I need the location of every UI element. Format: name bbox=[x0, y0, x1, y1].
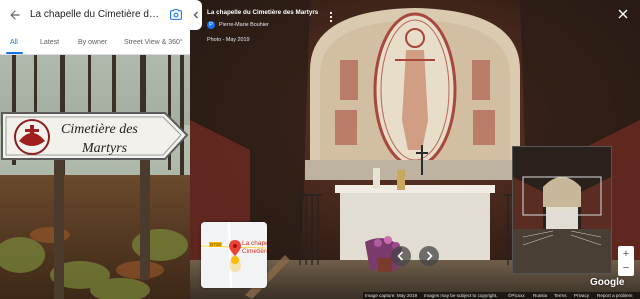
panel-header: La chapelle du Cimetière des Ma... bbox=[0, 0, 190, 32]
copyright-notice: Images may be subject to copyright. bbox=[424, 293, 498, 298]
map-label-line1: La chape bbox=[242, 240, 267, 247]
chevron-left-icon bbox=[193, 11, 199, 19]
map-thumbnail[interactable]: D716 La chape Cimetière bbox=[201, 222, 267, 288]
photo-panel: La chapelle du Cimetière des Ma... All L… bbox=[0, 0, 190, 299]
photo-date: Photo - May 2019 bbox=[207, 37, 250, 43]
region-link[interactable]: Russia bbox=[533, 292, 547, 299]
photo-thumbnail[interactable]: Cimetière des Martyrs bbox=[0, 55, 190, 299]
google-copyright: ©Picxxx bbox=[508, 293, 525, 298]
road-number: D716 bbox=[209, 242, 222, 247]
tab-all[interactable]: All bbox=[10, 39, 18, 46]
sign-text-line2: Martyrs bbox=[81, 141, 128, 156]
next-photo-button[interactable] bbox=[419, 246, 439, 266]
author-name[interactable]: Pierre-Marie Bouhier bbox=[219, 22, 269, 28]
tab-street-view[interactable]: Street View & 360° bbox=[124, 39, 183, 46]
chapel-overview-image bbox=[513, 147, 611, 273]
more-options-icon[interactable] bbox=[329, 11, 333, 23]
mini-preview[interactable] bbox=[512, 146, 612, 274]
zoom-out-button[interactable]: − bbox=[618, 261, 634, 275]
cemetery-sign-photo: Cimetière des Martyrs bbox=[0, 55, 190, 299]
map-place-label: La chape Cimetière bbox=[242, 240, 267, 256]
photo-tabs: All Latest By owner Street View & 360° bbox=[0, 34, 190, 55]
author-avatar[interactable]: P bbox=[207, 21, 215, 29]
add-photo-icon[interactable] bbox=[169, 8, 183, 21]
privacy-link[interactable]: Privacy bbox=[574, 292, 589, 299]
tab-latest[interactable]: Latest bbox=[40, 39, 59, 46]
back-arrow-icon[interactable] bbox=[8, 8, 22, 22]
sign-text-line1: Cimetière des bbox=[61, 122, 138, 137]
capture-date: Image capture: May 2019 bbox=[365, 293, 418, 298]
footer-bar: Image capture: May 2019 Images may be su… bbox=[363, 292, 640, 299]
previous-photo-button[interactable] bbox=[391, 246, 411, 266]
google-logo: Google bbox=[590, 277, 625, 288]
photo-info-card: La chapelle du Cimetière des Martyrs P P… bbox=[202, 4, 333, 44]
zoom-in-button[interactable]: + bbox=[618, 247, 634, 261]
place-title: La chapelle du Cimetière des Ma... bbox=[30, 9, 162, 20]
close-icon[interactable] bbox=[618, 9, 628, 19]
viewer-place-name[interactable]: La chapelle du Cimetière des Martyrs bbox=[207, 9, 318, 16]
terms-link[interactable]: Terms bbox=[554, 292, 567, 299]
tab-by-owner[interactable]: By owner bbox=[78, 39, 107, 46]
chevron-right-icon bbox=[426, 251, 433, 261]
chevron-left-icon bbox=[397, 251, 404, 261]
collapse-panel-button[interactable] bbox=[190, 0, 202, 30]
active-tab-indicator bbox=[6, 52, 23, 54]
zoom-controls: + − bbox=[618, 246, 634, 276]
map-label-line2: Cimetière bbox=[242, 248, 267, 255]
report-problem-link[interactable]: Report a problem bbox=[597, 292, 633, 299]
